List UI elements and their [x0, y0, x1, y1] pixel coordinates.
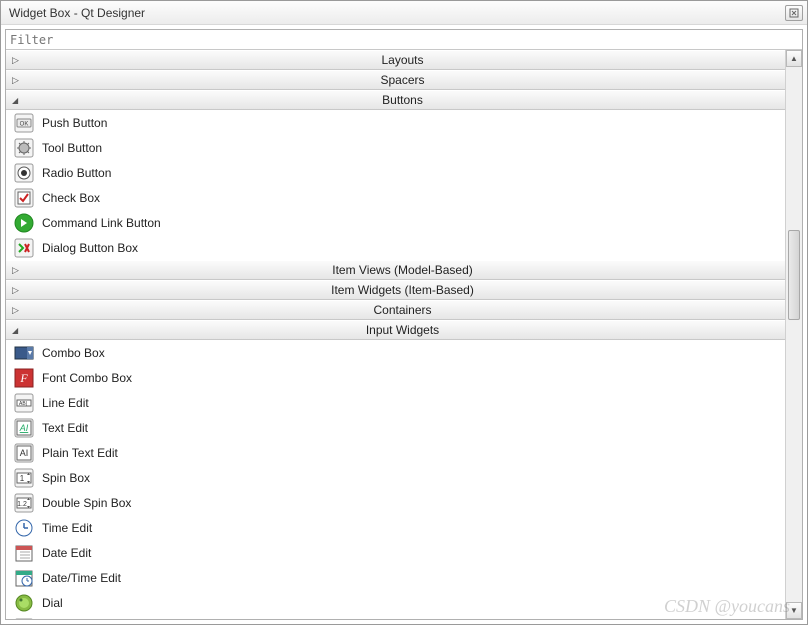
- widget-item-label: Font Combo Box: [42, 371, 132, 385]
- widget-tree[interactable]: ▷ Layouts ▷ Spacers ◢ Buttons OK Push Button Too…: [6, 50, 785, 619]
- widget-item-dialog-button-box[interactable]: Dialog Button Box: [6, 235, 785, 260]
- combo-box-icon: [14, 343, 34, 363]
- window: Widget Box - Qt Designer ▷ Layouts ▷ Spacer…: [0, 0, 808, 625]
- category-spacers[interactable]: ▷ Spacers: [6, 70, 785, 90]
- line-edit-icon: AB|: [14, 393, 34, 413]
- widget-item-double-spin-box[interactable]: 1.2 Double Spin Box: [6, 490, 785, 515]
- category-label: Layouts: [26, 53, 779, 67]
- widget-item-label: Date Edit: [42, 546, 91, 560]
- tree-wrap: ▷ Layouts ▷ Spacers ◢ Buttons OK Push Button Too…: [6, 50, 802, 619]
- filter-input[interactable]: [6, 30, 802, 50]
- widget-item-label: Combo Box: [42, 346, 105, 360]
- scroll-thumb[interactable]: [788, 230, 800, 320]
- spin-box-icon: 1: [14, 468, 34, 488]
- svg-text:AB|: AB|: [19, 401, 27, 407]
- chevron-right-icon: ▷: [12, 55, 22, 66]
- check-box-icon: [14, 188, 34, 208]
- svg-text:OK: OK: [20, 121, 29, 127]
- widget-item-label: Spin Box: [42, 471, 90, 485]
- radio-button-icon: [14, 163, 34, 183]
- dialog-button-box-icon: [14, 238, 34, 258]
- category-label: Containers: [26, 303, 779, 317]
- font-combo-box-icon: F: [14, 368, 34, 388]
- chevron-down-icon: ◢: [12, 326, 22, 335]
- window-title: Widget Box - Qt Designer: [9, 6, 785, 20]
- widget-item-push-button[interactable]: OK Push Button: [6, 110, 785, 135]
- category-label: Item Widgets (Item-Based): [26, 283, 779, 297]
- date-edit-icon: [14, 543, 34, 563]
- category-label: Spacers: [26, 73, 779, 87]
- widget-item-font-combo-box[interactable]: F Font Combo Box: [6, 365, 785, 390]
- category-label: Item Views (Model-Based): [26, 263, 779, 277]
- widget-item-plain-text-edit[interactable]: AI Plain Text Edit: [6, 440, 785, 465]
- tool-button-icon: [14, 138, 34, 158]
- chevron-right-icon: ▷: [12, 285, 22, 296]
- widget-item-label: Time Edit: [42, 521, 92, 535]
- widget-item-command-link-button[interactable]: Command Link Button: [6, 210, 785, 235]
- widget-item-label: Line Edit: [42, 396, 89, 410]
- widget-item-horizontal-scroll-bar[interactable]: Horizontal Scroll Bar: [6, 615, 785, 619]
- category-containers[interactable]: ▷ Containers: [6, 300, 785, 320]
- widget-item-label: Radio Button: [42, 166, 111, 180]
- widget-item-text-edit[interactable]: AI Text Edit: [6, 415, 785, 440]
- widget-item-tool-button[interactable]: Tool Button: [6, 135, 785, 160]
- push-button-icon: OK: [14, 113, 34, 133]
- command-link-icon: [14, 213, 34, 233]
- close-icon: [789, 8, 799, 18]
- widget-item-label: Dialog Button Box: [42, 241, 138, 255]
- chevron-right-icon: ▷: [12, 75, 22, 86]
- widget-item-label: Date/Time Edit: [42, 571, 121, 585]
- widget-item-date-edit[interactable]: Date Edit: [6, 540, 785, 565]
- widget-item-spin-box[interactable]: 1 Spin Box: [6, 465, 785, 490]
- svg-text:F: F: [19, 371, 28, 385]
- widget-item-label: Dial: [42, 596, 63, 610]
- category-layouts[interactable]: ▷ Layouts: [6, 50, 785, 70]
- widget-item-dial[interactable]: Dial: [6, 590, 785, 615]
- plain-text-edit-icon: AI: [14, 443, 34, 463]
- category-input-widgets[interactable]: ◢ Input Widgets: [6, 320, 785, 340]
- widget-item-label: Command Link Button: [42, 216, 161, 230]
- widget-item-check-box[interactable]: Check Box: [6, 185, 785, 210]
- widget-item-time-edit[interactable]: Time Edit: [6, 515, 785, 540]
- chevron-right-icon: ▷: [12, 305, 22, 316]
- widget-item-label: Text Edit: [42, 421, 88, 435]
- widget-item-combo-box[interactable]: Combo Box: [6, 340, 785, 365]
- category-label: Input Widgets: [26, 323, 779, 337]
- svg-text:AI: AI: [19, 423, 29, 433]
- widget-item-line-edit[interactable]: AB| Line Edit: [6, 390, 785, 415]
- category-label: Buttons: [26, 93, 779, 107]
- widget-item-label: Plain Text Edit: [42, 446, 118, 460]
- chevron-down-icon: ◢: [12, 96, 22, 105]
- close-button[interactable]: [785, 5, 803, 21]
- double-spin-box-icon: 1.2: [14, 493, 34, 513]
- vertical-scrollbar[interactable]: ▲ ▼: [785, 50, 802, 619]
- widget-item-label: Push Button: [42, 116, 107, 130]
- widget-item-label: Check Box: [42, 191, 100, 205]
- svg-text:1: 1: [20, 474, 25, 483]
- scroll-down-button[interactable]: ▼: [786, 602, 802, 619]
- svg-text:AI: AI: [20, 448, 29, 458]
- widget-item-label: Tool Button: [42, 141, 102, 155]
- dial-icon: [14, 593, 34, 613]
- text-edit-icon: AI: [14, 418, 34, 438]
- widget-box-panel: ▷ Layouts ▷ Spacers ◢ Buttons OK Push Button Too…: [5, 29, 803, 620]
- category-item-widgets[interactable]: ▷ Item Widgets (Item-Based): [6, 280, 785, 300]
- horizontal-scroll-bar-icon: [14, 618, 34, 620]
- widget-item-radio-button[interactable]: Radio Button: [6, 160, 785, 185]
- scroll-up-button[interactable]: ▲: [786, 50, 802, 67]
- category-buttons[interactable]: ◢ Buttons: [6, 90, 785, 110]
- chevron-right-icon: ▷: [12, 265, 22, 276]
- titlebar[interactable]: Widget Box - Qt Designer: [1, 1, 807, 25]
- date-time-edit-icon: [14, 568, 34, 588]
- category-item-views[interactable]: ▷ Item Views (Model-Based): [6, 260, 785, 280]
- svg-text:1.2: 1.2: [17, 501, 27, 508]
- widget-item-date-time-edit[interactable]: Date/Time Edit: [6, 565, 785, 590]
- time-edit-icon: [14, 518, 34, 538]
- widget-item-label: Double Spin Box: [42, 496, 131, 510]
